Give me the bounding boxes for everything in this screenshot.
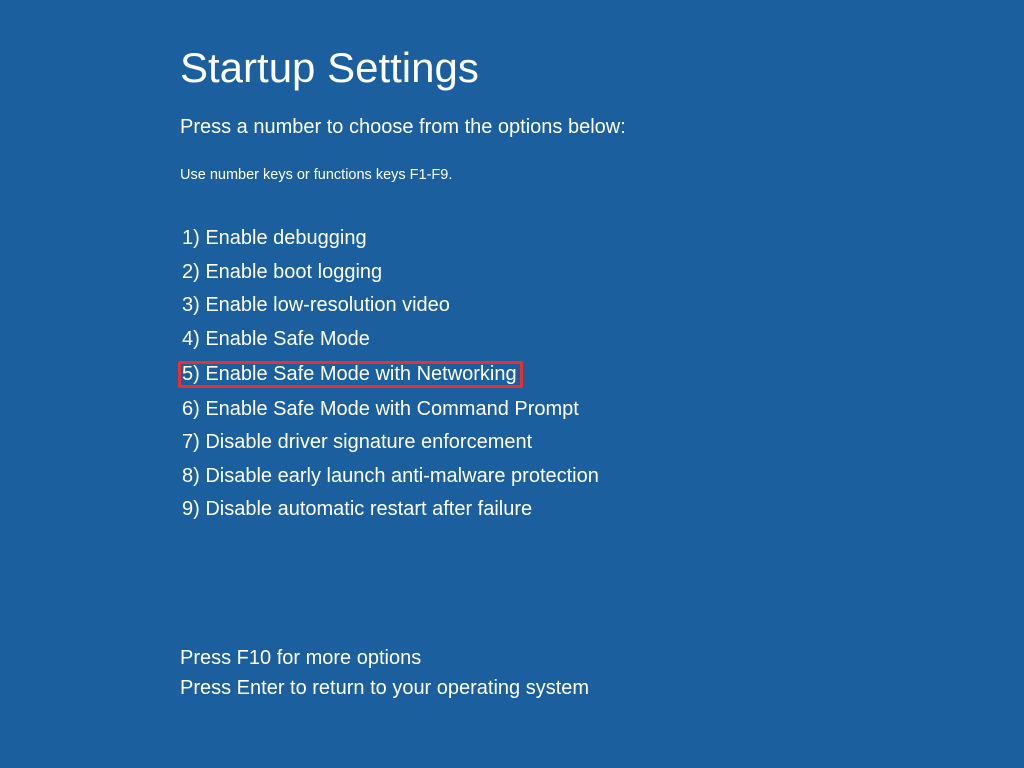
startup-option-8[interactable]: 8) Disable early launch anti-malware pro… — [180, 465, 603, 489]
startup-options-list: 1) Enable debugging 2) Enable boot loggin… — [180, 227, 1024, 532]
footer-more-options: Press F10 for more options — [180, 647, 1024, 670]
startup-option-6[interactable]: 6) Enable Safe Mode with Command Prompt — [180, 398, 583, 422]
startup-option-3[interactable]: 3) Enable low-resolution video — [180, 294, 454, 318]
startup-option-1[interactable]: 1) Enable debugging — [180, 227, 371, 251]
page-title: Startup Settings — [180, 44, 1024, 92]
startup-option-4[interactable]: 4) Enable Safe Mode — [180, 328, 374, 352]
startup-option-5[interactable]: 5) Enable Safe Mode with Networking — [178, 361, 523, 388]
footer-return: Press Enter to return to your operating … — [180, 677, 1024, 700]
startup-option-9[interactable]: 9) Disable automatic restart after failu… — [180, 498, 536, 522]
startup-option-2[interactable]: 2) Enable boot logging — [180, 261, 386, 285]
instruction-subtitle: Press a number to choose from the option… — [180, 116, 1024, 139]
startup-option-7[interactable]: 7) Disable driver signature enforcement — [180, 431, 536, 455]
instruction-hint: Use number keys or functions keys F1-F9. — [180, 167, 1024, 183]
